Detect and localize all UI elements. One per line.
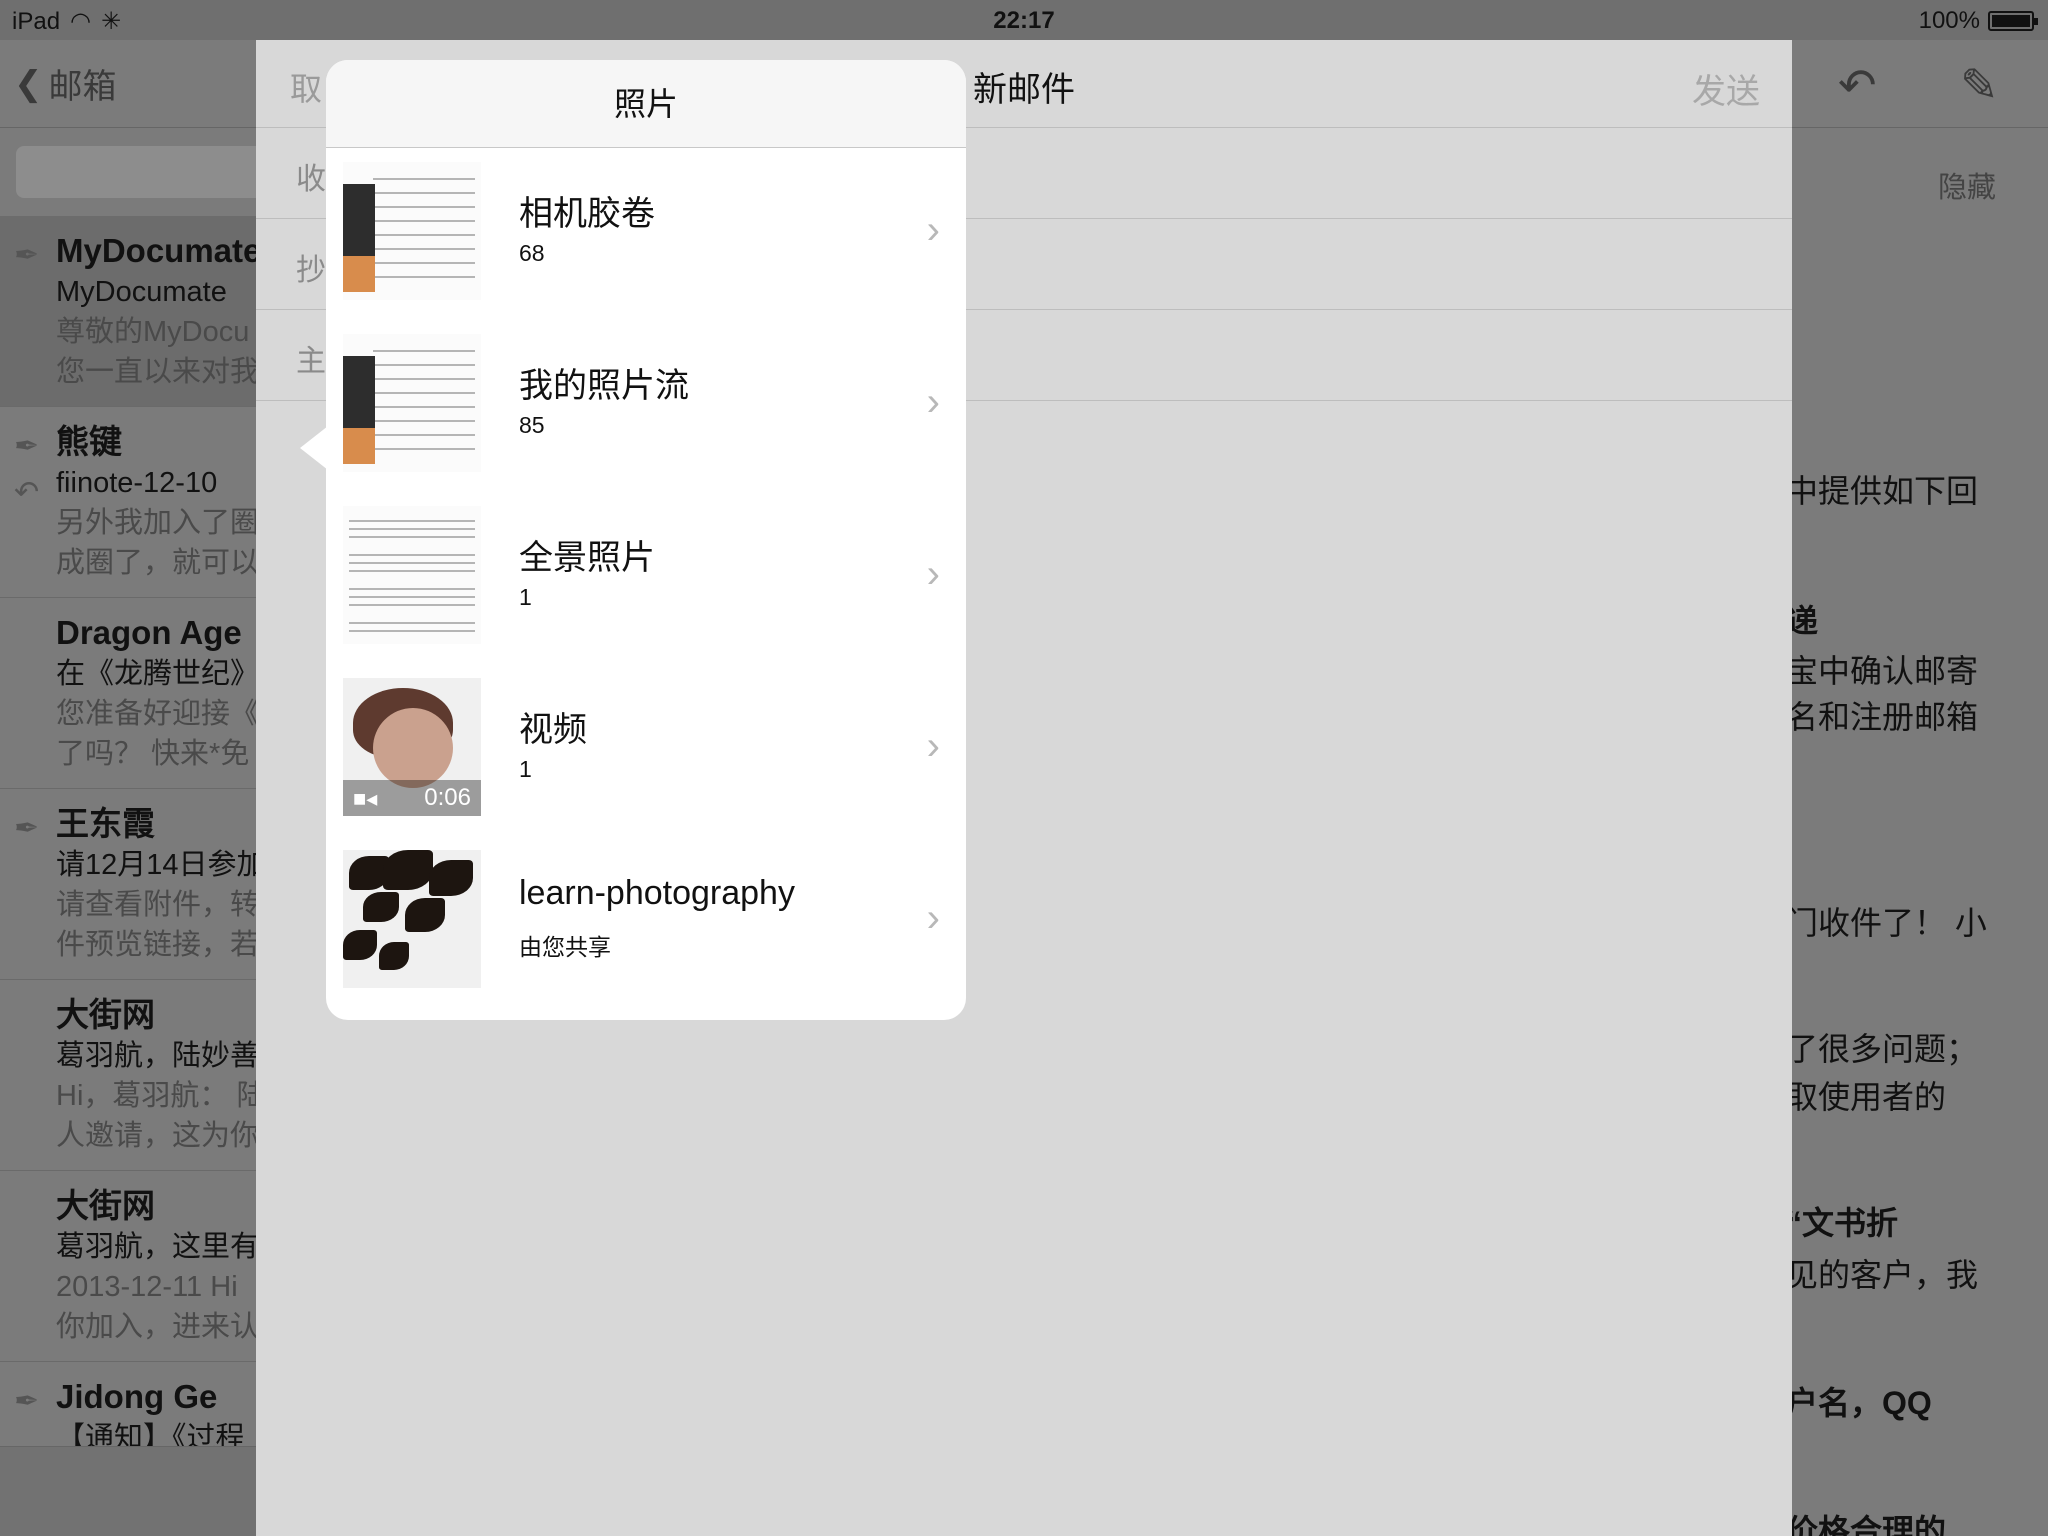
- album-thumbnail: [343, 334, 481, 472]
- album-name: learn-photography: [519, 874, 795, 912]
- album-thumbnail: ■◂ 0:06: [343, 678, 481, 816]
- album-count: 1: [519, 584, 532, 610]
- message-text-line: 宝中确认邮寄: [1786, 653, 1979, 689]
- attachment-icon: ✒: [14, 1385, 40, 1418]
- album-row[interactable]: 我的照片流 85 ›: [326, 320, 966, 492]
- popover-arrow: [300, 426, 328, 470]
- album-count: 68: [519, 240, 545, 266]
- message-text-line: 价格合理的: [1786, 1513, 1947, 1536]
- album-row[interactable]: 相机胶卷 68 ›: [326, 148, 966, 320]
- message-text-line: 中提供如下回: [1786, 473, 1979, 509]
- status-right: 100%: [1918, 7, 2038, 35]
- album-thumbnail: [343, 162, 481, 300]
- album-name: 相机胶卷: [519, 195, 655, 233]
- popover-title: 照片: [326, 60, 966, 148]
- album-name: 全景照片: [519, 539, 655, 577]
- message-text-line: 见的客户，我: [1786, 1257, 1979, 1293]
- album-name: 我的照片流: [519, 367, 689, 405]
- attachment-icon: ✒: [14, 239, 40, 272]
- chevron-right-icon: ›: [926, 724, 940, 768]
- chevron-right-icon: ›: [926, 380, 940, 424]
- album-count: 1: [519, 756, 532, 782]
- message-text-line: 名和注册邮箱: [1786, 699, 1979, 735]
- album-count: 85: [519, 412, 545, 438]
- attachment-icon: ✒: [14, 430, 40, 463]
- send-button[interactable]: 发送: [1692, 64, 1760, 113]
- album-thumbnail: [343, 506, 481, 644]
- to-field-label: 收: [296, 163, 326, 196]
- compose-title: 新邮件: [973, 71, 1075, 109]
- album-name: 视频: [519, 711, 587, 749]
- status-time: 22:17: [993, 7, 1055, 34]
- battery-percent: 100%: [1918, 7, 1980, 34]
- chevron-right-icon: ›: [926, 208, 940, 252]
- cc-field-label: 抄: [296, 254, 326, 287]
- photo-picker-popover: 照片 相机胶卷 68 › 我的照片流 85 › 全景照片 1 › ■◂ 0:06…: [326, 60, 966, 1020]
- attachment-icon: ✒: [14, 812, 40, 845]
- chevron-right-icon: ›: [926, 552, 940, 596]
- mailboxes-back-button[interactable]: 邮箱: [49, 59, 117, 108]
- album-thumbnail: [343, 850, 481, 988]
- compose-icon[interactable]: ✎: [1960, 58, 1999, 112]
- cancel-button[interactable]: 取: [290, 64, 322, 110]
- message-text-line: 户名，QQ: [1786, 1385, 1932, 1421]
- album-row[interactable]: learn-photography 由您共享 ›: [326, 836, 966, 1008]
- video-camera-icon: ■◂: [353, 786, 378, 811]
- reply-icon[interactable]: ↶: [1838, 58, 1877, 112]
- album-row[interactable]: ■◂ 0:06 视频 1 ›: [326, 664, 966, 836]
- status-bar: iPad ◠ ✳ 22:17 100%: [0, 0, 2048, 40]
- subject-field-label: 主: [296, 345, 326, 378]
- message-text-line: 了很多问题；: [1786, 1031, 1979, 1067]
- message-text-line: 门收件了！ 小: [1786, 905, 1987, 941]
- album-subtitle: 由您共享: [519, 934, 611, 960]
- chevron-right-icon: ›: [926, 896, 940, 940]
- battery-icon: [1988, 11, 2038, 31]
- message-text-line: “文书折: [1786, 1205, 1899, 1241]
- message-text-line: 取使用者的: [1786, 1079, 1947, 1115]
- hide-details-link[interactable]: 隐藏: [1938, 164, 1996, 206]
- video-duration: 0:06: [424, 784, 471, 811]
- back-chevron-icon[interactable]: ❮: [14, 64, 43, 104]
- video-duration-bar: ■◂ 0:06: [343, 780, 481, 816]
- album-row[interactable]: 全景照片 1 ›: [326, 492, 966, 664]
- replied-icon: ↶: [14, 476, 40, 509]
